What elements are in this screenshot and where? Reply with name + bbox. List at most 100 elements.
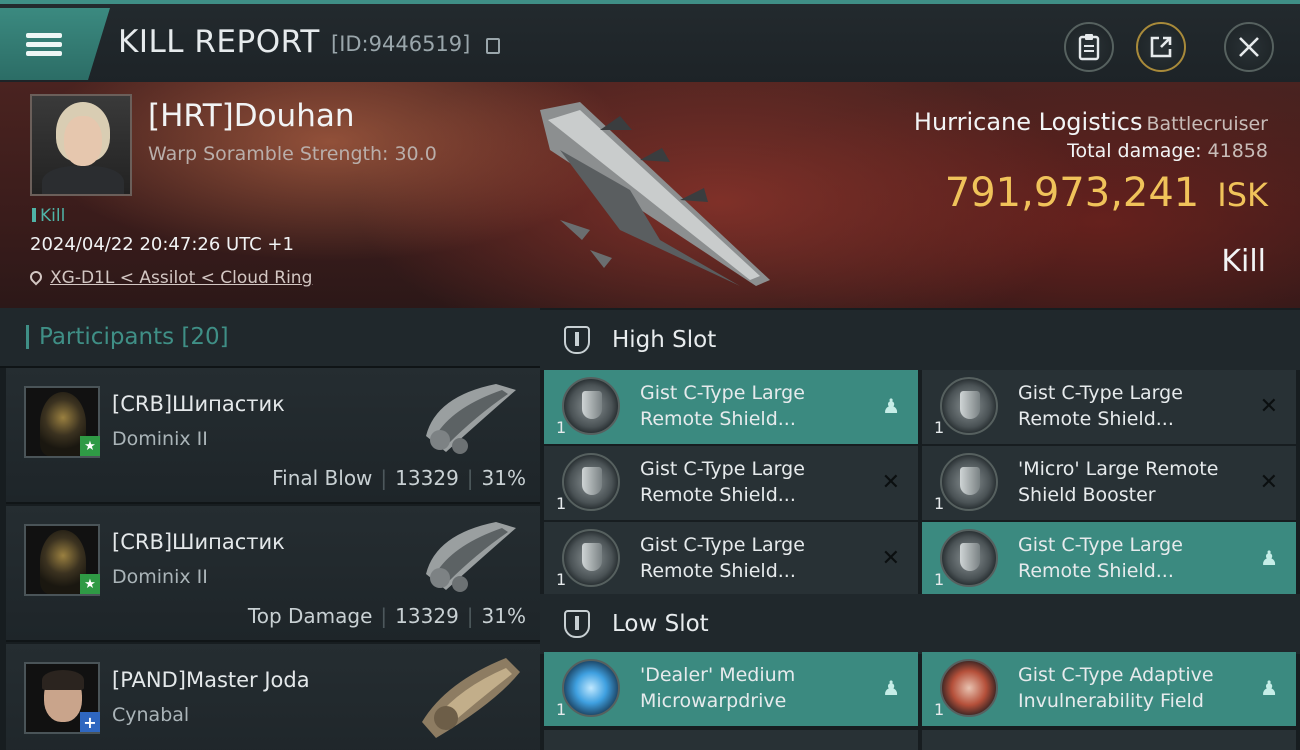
share-icon xyxy=(1150,36,1172,58)
copy-icon[interactable] xyxy=(486,38,500,54)
module-quantity: 1 xyxy=(934,700,945,719)
module-quantity: 1 xyxy=(556,700,567,719)
participants-title: Participants xyxy=(39,324,175,350)
participant-name: [PAND]Master Joda xyxy=(112,668,310,692)
participant-row[interactable]: ★ [CRB]Шипастик Dominix II Top Damage | 13… xyxy=(6,506,540,642)
module-quantity: 1 xyxy=(934,494,945,513)
hamburger-icon xyxy=(26,29,62,60)
person-icon: ♟ xyxy=(1260,546,1278,570)
module-item[interactable]: 1 Gist C-Type Large Remote Shield... ♟ xyxy=(544,370,918,444)
report-id: [ID:9446519] xyxy=(331,32,471,56)
participant-stats: Final Blow | 13329 | 31% xyxy=(272,466,526,490)
participant-role: Final Blow xyxy=(272,466,373,490)
x-icon: ✕ xyxy=(881,546,900,571)
low-slot-title: Low Slot xyxy=(612,611,709,637)
kill-timestamp: 2024/04/22 20:47:26 UTC +1 xyxy=(30,234,294,255)
kill-type-tag: Kill xyxy=(32,206,65,226)
module-name: 'Micro' Large Remote Shield Booster xyxy=(1018,458,1219,506)
isk-unit: ISK xyxy=(1217,176,1268,214)
module-name: Gist C-Type Large Remote Shield... xyxy=(640,458,805,506)
isk-amount: 791,973,241 xyxy=(944,170,1200,216)
participants-count: [20] xyxy=(181,324,229,350)
participant-stats: Top Damage | 13329 | 31% xyxy=(247,604,526,628)
module-item[interactable]: 1 Gist C-Type Large Remote Shield... ✕ xyxy=(544,522,918,596)
invulnerability-field-icon xyxy=(940,659,998,717)
module-item[interactable] xyxy=(922,730,1296,750)
fittings-panel: High Slot 1 Gist C-Type Large Remote Shi… xyxy=(540,308,1300,750)
victim-name[interactable]: [HRT]Douhan xyxy=(148,98,355,134)
module-item[interactable]: 1 'Dealer' Medium Microwarpdrive ♟ xyxy=(544,652,918,726)
shield-booster-icon xyxy=(562,377,620,435)
star-icon: ★ xyxy=(80,436,100,456)
shield-booster-icon xyxy=(562,453,620,511)
module-item[interactable]: 1 Gist C-Type Large Remote Shield... ✕ xyxy=(544,446,918,520)
person-icon: ♟ xyxy=(882,676,900,700)
kill-location[interactable]: XG-D1L < Assilot < Cloud Ring xyxy=(27,268,312,288)
participant-ship: Dominix II xyxy=(112,566,208,588)
participants-panel: Participants [20] ★ [CRB]Шипастик Domini… xyxy=(0,308,540,750)
top-bar: KILL REPORT [ID:9446519] xyxy=(0,0,1300,82)
victim-banner: [HRT]Douhan Warp Soramble Strength: 30.0… xyxy=(0,82,1300,308)
low-slot-header: Low Slot xyxy=(540,594,1300,654)
participant-name: [CRB]Шипастик xyxy=(112,530,285,554)
high-slot-title: High Slot xyxy=(612,327,717,353)
participant-row[interactable]: ★ [CRB]Шипастик Dominix II Final Blow | 13… xyxy=(6,368,540,504)
total-damage: Total damage: 41858 xyxy=(1067,140,1268,162)
module-name: 'Dealer' Medium Microwarpdrive xyxy=(640,664,796,712)
module-name: Gist C-Type Large Remote Shield... xyxy=(640,534,805,582)
module-item[interactable]: 1 Gist C-Type Large Remote Shield... ♟ xyxy=(922,522,1296,596)
total-damage-label: Total damage: xyxy=(1067,140,1202,162)
x-icon: ✕ xyxy=(881,470,900,495)
plus-icon: + xyxy=(80,712,100,732)
participant-percent: 31% xyxy=(481,604,526,628)
participant-name: [CRB]Шипастик xyxy=(112,392,285,416)
participant-ship-image xyxy=(426,522,516,592)
scramble-strength: Warp Soramble Strength: 30.0 xyxy=(148,143,437,165)
shield-booster-icon xyxy=(940,529,998,587)
victim-ship-image xyxy=(540,102,770,286)
participant-ship: Dominix II xyxy=(112,428,208,450)
participant-ship-image xyxy=(422,658,520,738)
participants-header[interactable]: Participants [20] xyxy=(0,308,540,368)
person-icon: ♟ xyxy=(1260,676,1278,700)
page-title: KILL REPORT xyxy=(118,24,320,60)
person-icon: ♟ xyxy=(882,394,900,418)
module-quantity: 1 xyxy=(556,418,567,437)
participant-damage: 13329 xyxy=(395,466,459,490)
module-quantity: 1 xyxy=(556,570,567,589)
participant-row[interactable]: + [PAND]Master Joda Cynabal xyxy=(6,644,540,750)
high-slot-icon xyxy=(564,326,590,354)
participant-percent: 31% xyxy=(481,466,526,490)
low-slot-icon xyxy=(564,610,590,638)
location-link[interactable]: XG-D1L < Assilot < Cloud Ring xyxy=(50,268,312,288)
victim-portrait[interactable] xyxy=(30,94,132,196)
menu-button[interactable] xyxy=(0,8,110,80)
module-name: Gist C-Type Large Remote Shield... xyxy=(640,382,805,430)
close-icon xyxy=(1239,37,1259,57)
module-item[interactable] xyxy=(544,730,918,750)
module-quantity: 1 xyxy=(556,494,567,513)
clipboard-button[interactable] xyxy=(1064,22,1114,72)
shield-booster-icon xyxy=(940,453,998,511)
module-item[interactable]: 1 Gist C-Type Adaptive Invulnerability F… xyxy=(922,652,1296,726)
microwarpdrive-icon xyxy=(562,659,620,717)
location-pin-icon xyxy=(27,268,45,286)
ship-class: Battlecruiser xyxy=(1146,113,1268,135)
ship-type: Hurricane Logistics xyxy=(913,108,1143,136)
module-name: Gist C-Type Large Remote Shield... xyxy=(1018,534,1183,582)
share-button[interactable] xyxy=(1136,22,1186,72)
star-icon: ★ xyxy=(80,574,100,594)
shield-booster-icon xyxy=(940,377,998,435)
module-item[interactable]: 1 Gist C-Type Large Remote Shield... ✕ xyxy=(922,370,1296,444)
close-button[interactable] xyxy=(1224,22,1274,72)
x-icon: ✕ xyxy=(1259,470,1278,495)
victim-ship-name: Hurricane Logistics Battlecruiser xyxy=(914,108,1268,136)
high-slot-header: High Slot xyxy=(540,310,1300,370)
module-quantity: 1 xyxy=(934,418,945,437)
participant-ship-image xyxy=(426,384,516,454)
shield-booster-icon xyxy=(562,529,620,587)
module-name: Gist C-Type Large Remote Shield... xyxy=(1018,382,1183,430)
participant-damage: 13329 xyxy=(395,604,459,628)
x-icon: ✕ xyxy=(1259,394,1278,419)
module-item[interactable]: 1 'Micro' Large Remote Shield Booster ✕ xyxy=(922,446,1296,520)
